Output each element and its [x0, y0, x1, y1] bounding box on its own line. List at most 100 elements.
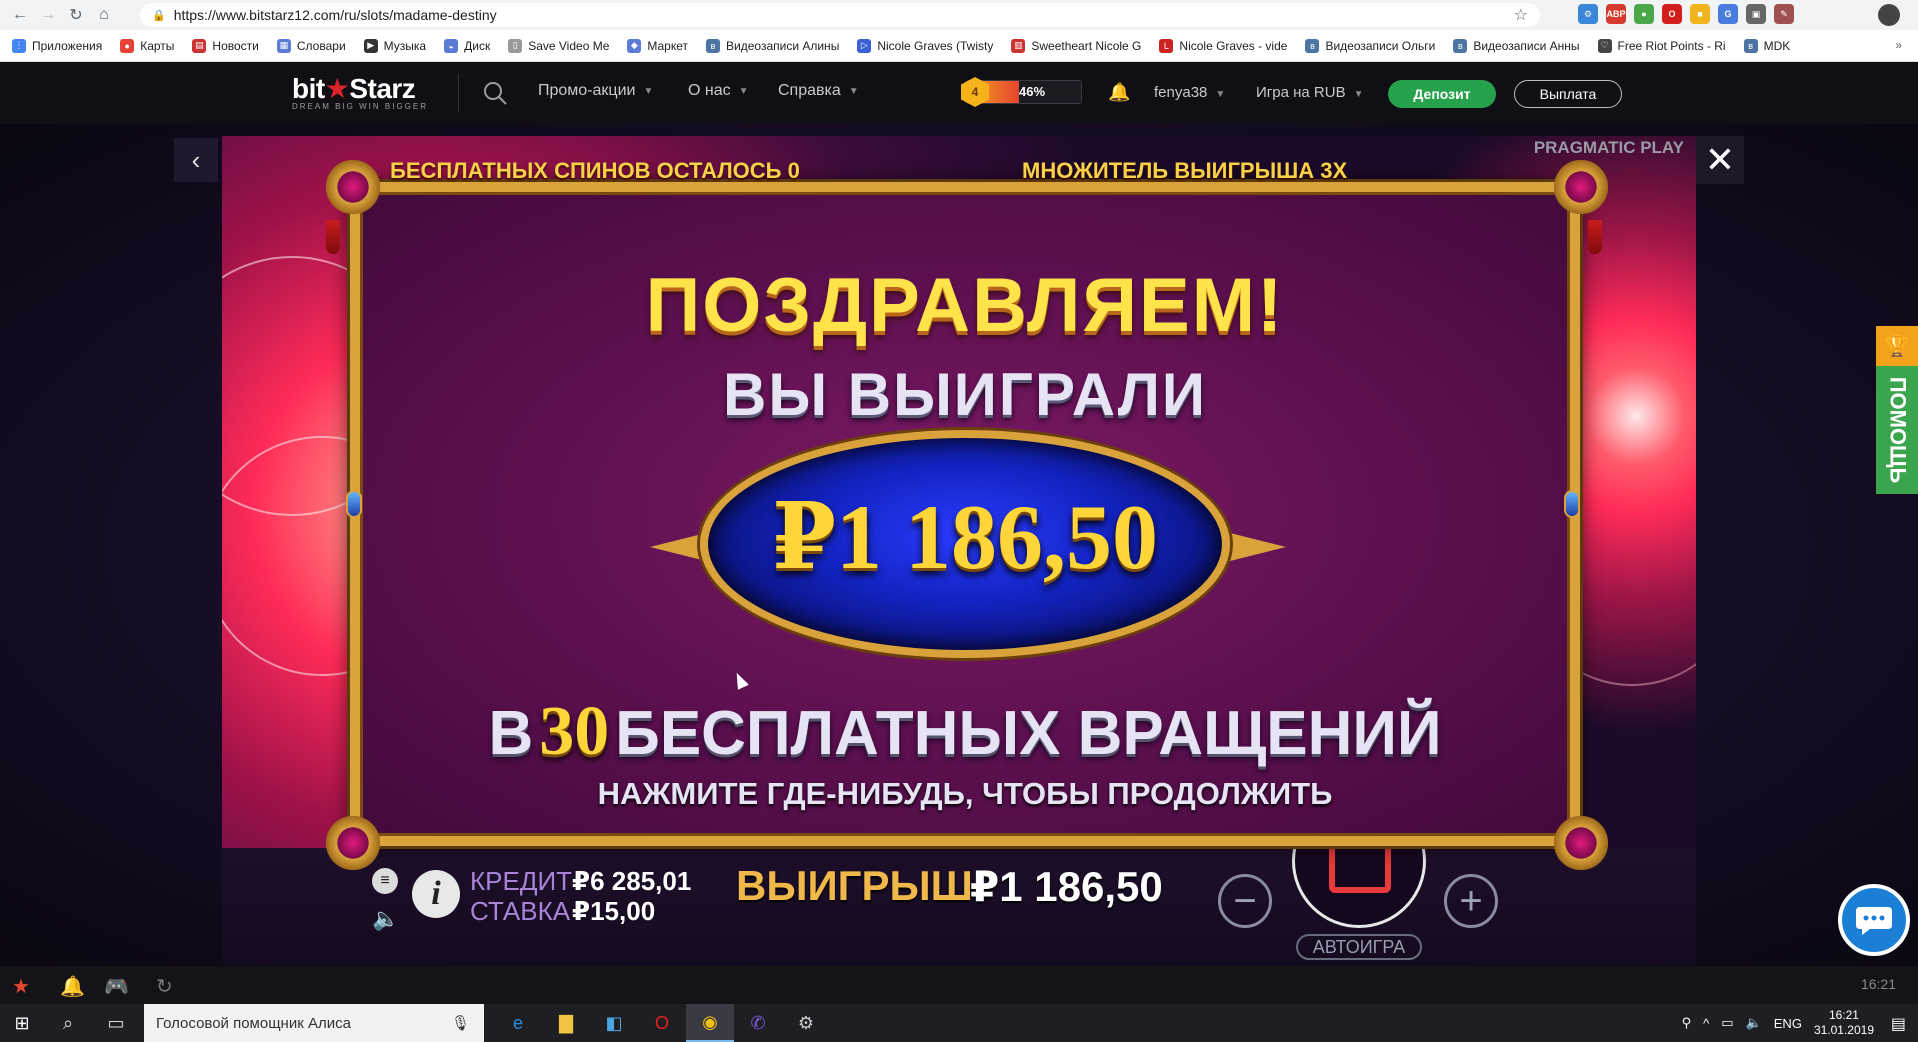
withdraw-button[interactable]: Выплата: [1514, 80, 1622, 108]
extension-icon[interactable]: ●: [1634, 4, 1654, 24]
bookmark-dictionaries[interactable]: ▦ Словари: [276, 38, 346, 53]
bookmark-vk-videos-3[interactable]: в Видеозаписи Анны: [1453, 38, 1580, 53]
notifications-icon[interactable]: ▤: [1891, 1014, 1906, 1034]
menu-icon[interactable]: ≡: [372, 868, 398, 894]
bet-value: ₽15,00: [572, 896, 656, 926]
chat-button[interactable]: [1838, 884, 1910, 956]
close-icon[interactable]: ✕: [1696, 136, 1744, 184]
corner-ornament: [1554, 160, 1608, 214]
vk-icon: в: [1453, 38, 1468, 53]
decrease-bet-button[interactable]: −: [1218, 874, 1272, 928]
people-icon[interactable]: ⚲: [1682, 1015, 1692, 1031]
corner-ornament: [326, 160, 380, 214]
bookmark-save-video[interactable]: ▯ Save Video Me: [508, 38, 609, 53]
network-icon[interactable]: ▭: [1721, 1015, 1733, 1031]
bookmark-vk-videos-2[interactable]: в Видеозаписи Ольги: [1305, 38, 1435, 53]
level-progress[interactable]: 4 46%: [961, 77, 1082, 107]
disk-icon: ◒: [444, 38, 459, 53]
microphone-icon[interactable]: 🎙: [451, 1014, 470, 1032]
menu-promotions[interactable]: Промо-акции ▼: [538, 82, 653, 100]
sound-icon[interactable]: 🔈: [372, 906, 399, 932]
bookmark-disk[interactable]: ◒ Диск: [444, 38, 490, 53]
oval-ornament: [1226, 532, 1286, 562]
bookmark-sweetheart[interactable]: ▥ Sweetheart Nicole G: [1011, 38, 1141, 53]
more-bookmarks-icon[interactable]: »: [1895, 38, 1902, 52]
bookmark-riot-points[interactable]: ♡ Free Riot Points - Ri: [1597, 38, 1726, 53]
search-icon[interactable]: ⌕: [44, 1004, 92, 1042]
bookmark-vk-videos-1[interactable]: в Видеозаписи Алины: [706, 38, 839, 53]
search-icon[interactable]: [482, 80, 508, 106]
level-percent: 46%: [1019, 84, 1046, 99]
opera-extension-icon[interactable]: O: [1662, 4, 1682, 24]
win-label: ВЫИГРЫШ: [736, 862, 973, 909]
menu-help[interactable]: Справка ▼: [778, 82, 859, 100]
language-indicator[interactable]: ENG: [1774, 1016, 1802, 1031]
music-icon: ▶: [363, 38, 378, 53]
profile-avatar[interactable]: [1878, 4, 1900, 26]
bookmark-music[interactable]: ▶ Музыка: [363, 38, 426, 53]
chevron-down-icon: ▼: [1215, 89, 1226, 100]
increase-bet-button[interactable]: +: [1444, 874, 1498, 928]
bookmark-nicole-video[interactable]: L Nicole Graves - vide: [1159, 38, 1287, 53]
bookmark-maps[interactable]: ● Карты: [120, 38, 174, 53]
reload-icon[interactable]: ↻: [62, 1, 90, 29]
app-icon[interactable]: ◧: [590, 1004, 638, 1042]
taskbar-apps: e ▇ ◧ O ◉ ✆ ⚙: [494, 1004, 830, 1042]
info-icon[interactable]: i: [412, 870, 460, 918]
favorite-star-icon[interactable]: ★: [12, 974, 30, 999]
extension-icon[interactable]: ▣: [1746, 4, 1766, 24]
home-icon[interactable]: ⌂: [90, 1, 118, 29]
gamepad-icon[interactable]: 🎮: [104, 974, 129, 999]
user-menu[interactable]: fenya38 ▼: [1154, 84, 1225, 101]
file-explorer-icon[interactable]: ▇: [542, 1004, 590, 1042]
refresh-icon[interactable]: ↻: [156, 974, 173, 999]
bookmark-news[interactable]: ▤ Новости: [192, 38, 259, 53]
bell-icon[interactable]: 🔔: [1108, 82, 1130, 103]
bookmark-star-icon[interactable]: ☆: [1514, 5, 1528, 25]
address-bar[interactable]: 🔒 https://www.bitstarz12.com/ru/slots/ma…: [140, 3, 1540, 27]
windows-start-icon[interactable]: ⊞: [0, 1004, 44, 1042]
tray-chevron-up-icon[interactable]: ^: [1703, 1016, 1709, 1031]
site-icon: L: [1159, 38, 1174, 53]
opera-icon[interactable]: O: [638, 1004, 686, 1042]
congrats-title: ПОЗДРАВЛЯЕМ!: [645, 263, 1285, 348]
volume-icon[interactable]: 🔈: [1746, 1015, 1762, 1031]
back-arrow-icon[interactable]: ←: [6, 1, 34, 29]
deposit-button[interactable]: Депозит: [1388, 80, 1496, 108]
heart-icon: ♡: [1597, 38, 1612, 53]
chevron-down-icon: ▼: [848, 85, 859, 97]
viber-icon[interactable]: ✆: [734, 1004, 782, 1042]
free-spins-left: БЕСПЛАТНЫХ СПИНОВ ОСТАЛОСЬ 0: [390, 158, 800, 183]
tassel-ornament: [1588, 220, 1602, 254]
bitstarz-logo[interactable]: bit★Starz DREAM BIG WIN BIGGER: [292, 72, 428, 111]
extension-icon[interactable]: ✎: [1774, 4, 1794, 24]
provider-label: PRAGMATIC PLAY: [1533, 138, 1684, 157]
extension-icon[interactable]: ■: [1690, 4, 1710, 24]
game-frame[interactable]: БЕСПЛАТНЫХ СПИНОВ ОСТАЛОСЬ 0 МНОЖИТЕЛЬ В…: [222, 136, 1696, 964]
trophy-icon[interactable]: 🏆: [1876, 326, 1918, 366]
chevron-left-icon[interactable]: ‹: [174, 138, 218, 182]
help-tab[interactable]: ПОМОЩЬ: [1876, 366, 1918, 494]
chrome-icon[interactable]: ◉: [686, 1004, 734, 1042]
forward-arrow-icon[interactable]: →: [34, 1, 62, 29]
adblock-icon[interactable]: ABP: [1606, 4, 1626, 24]
autoplay-button[interactable]: АВТОИГРА: [1296, 934, 1422, 960]
bookmark-mdk[interactable]: в MDK: [1743, 38, 1790, 53]
steam-icon[interactable]: ⚙: [782, 1004, 830, 1042]
currency-menu[interactable]: Игра на RUB ▼: [1256, 84, 1363, 101]
bookmark-market[interactable]: ◆ Маркет: [627, 38, 688, 53]
bell-icon[interactable]: 🔔: [60, 974, 85, 999]
bookmark-apps[interactable]: ⋮ Приложения: [12, 38, 102, 53]
extension-icon[interactable]: ⚙: [1578, 4, 1598, 24]
voice-assistant-search[interactable]: Голосовой помощник Алиса 🎙: [144, 1004, 484, 1042]
bookmarks-bar: ⋮ Приложения ● Карты ▤ Новости ▦ Словари ▶ Му…: [0, 30, 1918, 62]
taskbar-clock[interactable]: 16:21 31.01.2019: [1814, 1008, 1874, 1038]
win-panel[interactable]: ПОЗДРАВЛЯЕМ! ВЫ ВЫИГРАЛИ ₽1 186,50 В30БЕ…: [350, 182, 1580, 846]
bookmark-twisty[interactable]: ▷ Nicole Graves (Twisty: [857, 38, 993, 53]
task-view-icon[interactable]: ▭: [92, 1004, 140, 1042]
translate-icon[interactable]: G: [1718, 4, 1738, 24]
free-spins-summary: В30БЕСПЛАТНЫХ ВРАЩЕНИЙ: [488, 693, 1442, 770]
menu-about[interactable]: О нас ▼: [688, 82, 749, 100]
edge-icon[interactable]: e: [494, 1004, 542, 1042]
apps-grid-icon: ⋮: [12, 38, 26, 53]
